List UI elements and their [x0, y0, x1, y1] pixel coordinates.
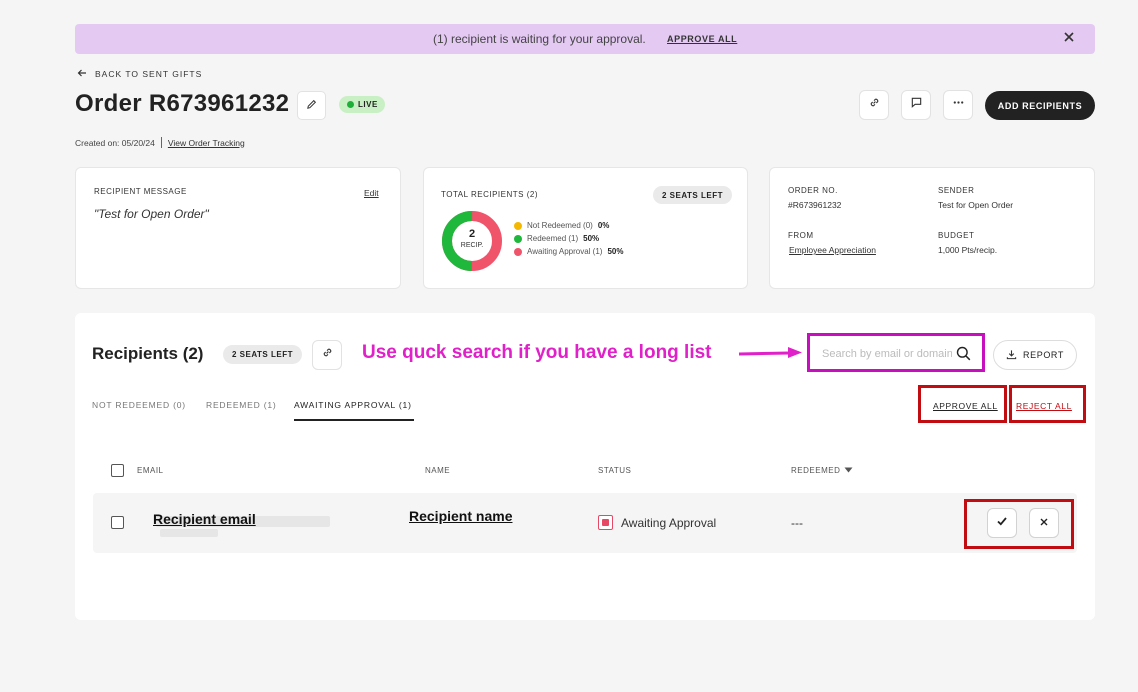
- order-info-card: ORDER NO. #R673961232 SENDER Test for Op…: [769, 167, 1095, 289]
- budget-label: BUDGET: [938, 231, 975, 240]
- approve-all-button[interactable]: APPROVE ALL: [933, 401, 998, 411]
- add-recipients-button[interactable]: ADD RECIPIENTS: [985, 91, 1095, 120]
- report-label: REPORT: [1023, 350, 1064, 360]
- green-dot-icon: [514, 234, 522, 243]
- search-box[interactable]: Search by email or domain: [807, 333, 985, 372]
- reject-all-button[interactable]: REJECT ALL: [1016, 401, 1072, 411]
- yellow-dot-icon: [514, 221, 522, 230]
- arrow-left-icon: [77, 68, 87, 80]
- redacted-email: [160, 529, 218, 537]
- more-horizontal-icon: [952, 96, 965, 114]
- sender-label: SENDER: [938, 186, 975, 195]
- recipient-message-label: RECIPIENT MESSAGE: [94, 187, 187, 196]
- donut-value: 2: [468, 228, 476, 240]
- awaiting-status-icon: [598, 515, 613, 530]
- download-icon: [1006, 349, 1017, 362]
- seats-left-badge: 2 SEATS LEFT: [223, 345, 302, 364]
- legend-pct: 0%: [597, 221, 610, 230]
- report-button[interactable]: REPORT: [993, 340, 1077, 370]
- comment-button[interactable]: [901, 90, 931, 120]
- legend-label: Not Redeemed (0): [527, 221, 593, 230]
- search-icon[interactable]: [956, 346, 971, 366]
- tab-not-redeemed[interactable]: NOT REDEEMED (0): [92, 400, 186, 410]
- approve-recipient-button[interactable]: [987, 508, 1017, 538]
- recipients-donut-chart: [442, 211, 502, 271]
- search-input[interactable]: Search by email or domain: [822, 348, 952, 360]
- legend-not-redeemed: Not Redeemed (0) 0%: [514, 221, 609, 230]
- recipients-title: Recipients (2): [92, 344, 204, 363]
- select-all-checkbox[interactable]: [111, 464, 124, 477]
- checkmark-icon: [996, 514, 1008, 532]
- sort-down-icon: [844, 466, 853, 475]
- divider: [160, 137, 162, 148]
- legend-redeemed: Redeemed (1) 50%: [514, 234, 599, 243]
- recipient-message-text: "Test for Open Order": [94, 207, 209, 221]
- seats-left-badge: 2 SEATS LEFT: [653, 186, 732, 204]
- created-info: Created on: 05/20/24 View Order Tracking: [75, 137, 245, 148]
- more-options-button[interactable]: [943, 90, 973, 120]
- live-dot-icon: [347, 101, 354, 108]
- column-name: NAME: [425, 466, 451, 475]
- banner-approve-all-link[interactable]: APPROVE ALL: [667, 34, 737, 44]
- red-dot-icon: [514, 247, 522, 256]
- total-recipients-label: TOTAL RECIPIENTS (2): [441, 190, 538, 199]
- back-label: BACK TO SENT GIFTS: [95, 69, 203, 79]
- view-order-tracking-link[interactable]: View Order Tracking: [168, 138, 245, 148]
- close-icon[interactable]: [1062, 30, 1076, 44]
- column-status: STATUS: [598, 466, 632, 475]
- redeemed-value: ---: [791, 516, 803, 530]
- banner-message: (1) recipient is waiting for your approv…: [433, 32, 646, 46]
- column-email: EMAIL: [137, 466, 164, 475]
- tab-redeemed[interactable]: REDEEMED (1): [206, 400, 277, 410]
- sender-value: Test for Open Order: [938, 200, 1014, 210]
- live-status-badge: LIVE: [339, 96, 385, 113]
- page-title: Order R673961232: [75, 90, 290, 117]
- recipient-name-annotation: Recipient name: [409, 508, 513, 524]
- column-redeemed-sort[interactable]: REDEEMED: [791, 466, 853, 475]
- link-icon: [868, 96, 881, 114]
- order-no-value: #R673961232: [788, 200, 842, 210]
- donut-unit: RECIP.: [460, 242, 484, 249]
- comment-icon: [910, 96, 923, 114]
- back-to-sent-gifts-link[interactable]: BACK TO SENT GIFTS: [77, 68, 202, 80]
- search-annotation-text: Use quck search if you have a long list: [362, 342, 712, 363]
- from-link[interactable]: Employee Appreciation: [789, 245, 876, 255]
- legend-label: Redeemed (1): [527, 234, 579, 243]
- recipient-email-annotation: Recipient email: [153, 511, 256, 527]
- tab-awaiting-approval[interactable]: AWAITING APPROVAL (1): [294, 400, 412, 410]
- legend-awaiting: Awaiting Approval (1) 50%: [514, 247, 623, 256]
- row-checkbox[interactable]: [111, 516, 124, 529]
- copy-link-button[interactable]: [859, 90, 889, 120]
- active-tab-underline: [294, 419, 414, 421]
- annotation-arrow-icon: [738, 347, 802, 358]
- legend-pct: 50%: [583, 234, 600, 243]
- column-redeemed: REDEEMED: [791, 466, 841, 475]
- pencil-icon: [306, 97, 317, 115]
- link-icon: [321, 346, 334, 364]
- copy-link-button[interactable]: [312, 340, 342, 370]
- close-icon: [1039, 514, 1049, 532]
- legend-pct: 50%: [607, 247, 624, 256]
- edit-order-button[interactable]: [297, 91, 326, 120]
- recipient-message-card: RECIPIENT MESSAGE Edit "Test for Open Or…: [75, 167, 401, 289]
- from-label: FROM: [788, 231, 814, 240]
- legend-label: Awaiting Approval (1): [527, 247, 603, 256]
- reject-recipient-button[interactable]: [1029, 508, 1059, 538]
- status-text: Awaiting Approval: [621, 516, 717, 530]
- order-no-label: ORDER NO.: [788, 186, 838, 195]
- live-label: LIVE: [358, 100, 378, 109]
- budget-value: 1,000 Pts/recip.: [938, 245, 998, 255]
- edit-message-link[interactable]: Edit: [364, 188, 379, 198]
- approval-banner: (1) recipient is waiting for your approv…: [75, 24, 1095, 54]
- created-date: Created on: 05/20/24: [75, 137, 155, 148]
- total-recipients-card: TOTAL RECIPIENTS (2) 2 SEATS LEFT 2 RECI…: [423, 167, 748, 289]
